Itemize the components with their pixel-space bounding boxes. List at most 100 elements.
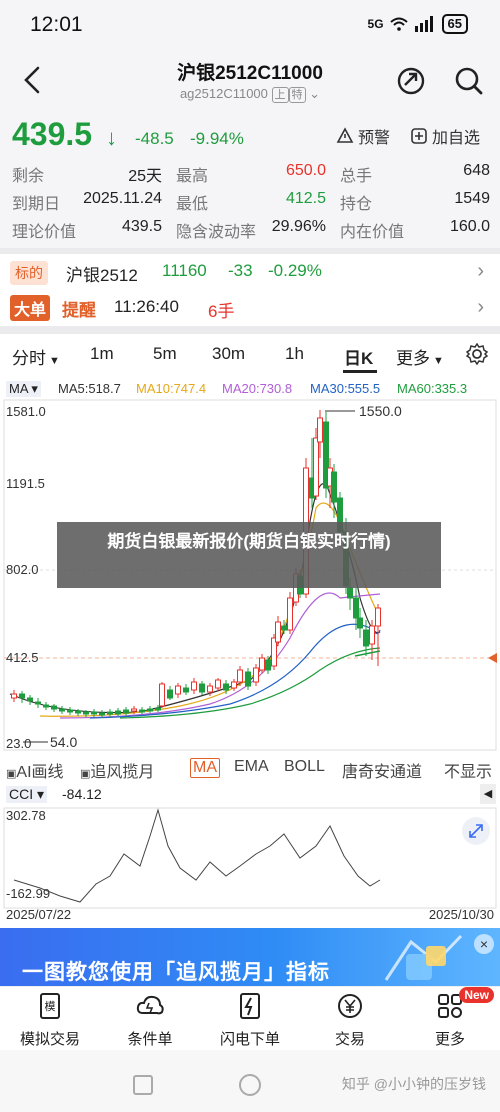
tab-period-daily[interactable]: 日K xyxy=(344,344,373,369)
candle-body xyxy=(67,709,73,713)
tab-period-30m[interactable]: 30m xyxy=(212,344,245,364)
recent-apps-icon[interactable] xyxy=(132,1074,154,1096)
tab-period-more[interactable]: 更多 ▼ xyxy=(396,344,444,369)
big-order-time: 11:26:40 xyxy=(114,297,179,316)
close-icon[interactable]: × xyxy=(474,934,494,954)
tab-period-1m[interactable]: 1m xyxy=(90,344,114,364)
candle-body xyxy=(223,683,229,691)
stat-label: 持仓 xyxy=(340,196,373,213)
stat-value: 160.0 xyxy=(449,218,490,235)
big-order-tag: 大单 xyxy=(10,295,51,321)
underlying-price: 11160 xyxy=(162,261,207,280)
stat-label: 隐含波动率 xyxy=(176,224,257,241)
stats-row: 剩余 25天 最高 650.0 总手 648 xyxy=(0,162,500,190)
period-tabs: 分时 ▼ 1m 5m 30m 1h 日K 更多 ▼ xyxy=(0,334,500,374)
candle-body xyxy=(155,707,161,711)
candle-body xyxy=(131,708,137,712)
ma-selector-label: MA xyxy=(9,381,28,396)
divider xyxy=(0,326,500,334)
candle-body xyxy=(363,629,369,647)
stats-row: 到期日 2025.11.24 最低 412.5 持仓 1549 xyxy=(0,190,500,218)
candle-body xyxy=(59,708,65,712)
tab-ma[interactable]: MA xyxy=(190,758,220,778)
candle-body xyxy=(115,710,121,715)
tab-hide[interactable]: 不显示 xyxy=(444,758,492,782)
stats-grid: 剩余 25天 最高 650.0 总手 648 到期日 2025.11.24 最低… xyxy=(0,160,500,248)
date-axis: 2025/07/22 2025/10/30 xyxy=(0,906,500,926)
nav-trade[interactable]: 交易 xyxy=(300,991,400,1049)
lock-icon: ▣ xyxy=(80,768,91,780)
flash-order-icon xyxy=(240,993,260,1019)
trend-share-icon[interactable] xyxy=(394,64,428,98)
candle-body xyxy=(199,683,205,693)
expand-chart-icon[interactable] xyxy=(462,817,490,845)
code-text: ag2512C11000 xyxy=(179,86,268,101)
chevron-down-icon[interactable]: ⌄ xyxy=(309,86,320,101)
watch-label: 加自选 xyxy=(432,130,481,147)
nav-label: 闪电下单 xyxy=(219,1031,280,1048)
nav-more[interactable]: 更多 New xyxy=(400,987,500,1049)
ma-legend: MA ▾ MA5:518.7 MA10:747.4 MA20:730.8 MA3… xyxy=(0,378,500,398)
candle-body xyxy=(175,685,181,695)
underlying-row[interactable]: 标的 沪银2512 11160 -33 -0.29% › xyxy=(0,254,500,290)
tab-period-1h[interactable]: 1h xyxy=(285,344,304,364)
ma-selector[interactable]: MA ▾ xyxy=(6,381,41,397)
big-order-qty: 6手 xyxy=(208,302,235,321)
alert-button[interactable]: 预警 xyxy=(336,124,390,148)
tab-donchian[interactable]: 唐奇安通道 xyxy=(342,758,422,782)
underlying-change: -33 xyxy=(228,261,253,280)
article-title-overlay: 期货白银最新报价(期货白银实时行情) xyxy=(57,522,441,588)
cci-selector[interactable]: CCI ▾ xyxy=(6,786,48,803)
status-bar: 12:01 5G 65 xyxy=(0,0,500,50)
candle-body xyxy=(107,711,113,715)
last-price-marker-icon xyxy=(488,653,497,663)
underlying-name: 沪银2512 xyxy=(66,266,138,285)
promo-banner[interactable]: 一图教您使用「追风揽月」指标 × xyxy=(0,928,500,986)
add-watchlist-button[interactable]: 加自选 xyxy=(410,124,480,148)
candle-body xyxy=(253,667,259,683)
stat-value: 648 xyxy=(463,162,490,179)
tab-ai-draw[interactable]: ▣AI画线 xyxy=(6,758,64,782)
tab-boll[interactable]: BOLL xyxy=(284,758,325,776)
nav-sim-trade[interactable]: 模 模拟交易 xyxy=(0,991,100,1049)
sim-trade-icon: 模 xyxy=(40,993,60,1019)
candle-body xyxy=(259,657,265,671)
settings-gear-icon[interactable] xyxy=(466,343,488,365)
ma30-value: MA30:555.5 xyxy=(310,381,381,396)
promo-text: 一图教您使用「追风揽月」指标 xyxy=(22,961,330,984)
stat-label: 最低 xyxy=(176,196,209,213)
search-icon[interactable] xyxy=(452,64,486,98)
last-price: 439.5 xyxy=(12,116,93,152)
stats-row: 理论价值 439.5 隐含波动率 29.96% 内在价值 160.0 xyxy=(0,218,500,246)
nav-flash-order[interactable]: 闪电下单 xyxy=(200,991,300,1049)
candle-body xyxy=(191,681,197,691)
chevron-right-icon: › xyxy=(477,296,484,318)
candle-body xyxy=(91,711,97,715)
stat-label: 到期日 xyxy=(12,196,61,213)
collapse-left-icon[interactable]: ◀ xyxy=(480,784,496,804)
stat-label: 理论价值 xyxy=(12,224,77,241)
svg-text:模: 模 xyxy=(45,1000,56,1013)
alert-label: 预警 xyxy=(358,130,391,147)
cci-chart[interactable]: 302.78 -162.99 xyxy=(0,806,500,910)
tab-ema[interactable]: EMA xyxy=(234,758,269,776)
home-icon[interactable] xyxy=(238,1073,262,1097)
wifi-icon xyxy=(389,17,408,31)
add-square-icon xyxy=(411,128,427,144)
tab-period-5m[interactable]: 5m xyxy=(153,344,177,364)
stat-value: 439.5 xyxy=(121,218,162,235)
tab-label: 追风揽月 xyxy=(90,764,155,781)
stat-value: 25天 xyxy=(128,168,162,185)
watermark: 知乎 @小小钟的压岁钱 xyxy=(341,1076,486,1092)
stat-label: 总手 xyxy=(340,168,373,185)
status-time: 12:01 xyxy=(30,13,83,36)
candle-body xyxy=(265,659,271,671)
tab-zhuifeng[interactable]: ▣追风揽月 xyxy=(80,758,154,782)
tab-period-timeshare[interactable]: 分时 ▼ xyxy=(12,344,60,369)
stat-label: 最高 xyxy=(176,168,209,185)
big-order-row[interactable]: 大单 提醒 11:26:40 6手 › xyxy=(0,290,500,326)
nav-conditional-order[interactable]: 条件单 xyxy=(100,991,200,1049)
candle-body xyxy=(83,711,89,715)
candle-body xyxy=(99,712,105,716)
exchange-badge: 上 xyxy=(271,87,289,103)
